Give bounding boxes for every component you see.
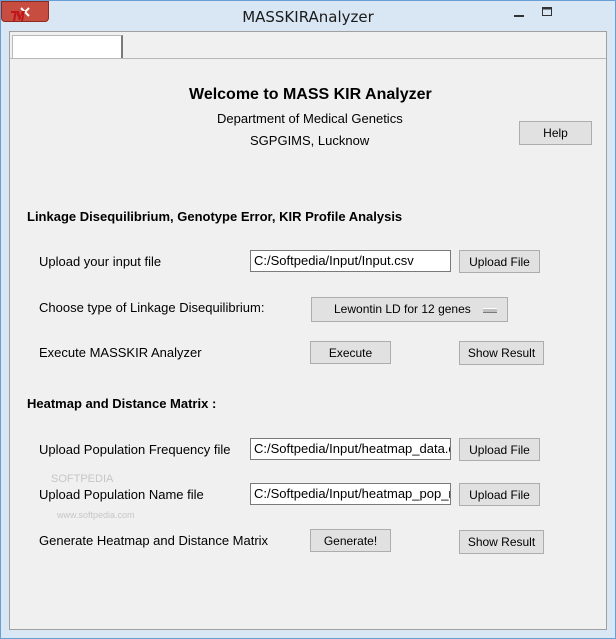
- minimize-icon: [514, 15, 524, 17]
- generate-label: Generate Heatmap and Distance Matrix: [39, 533, 269, 548]
- tab-main[interactable]: [12, 35, 123, 58]
- watermark-url: www.softpedia.com: [57, 510, 135, 520]
- main-panel: Welcome to MASS KIR Analyzer Department …: [11, 59, 605, 629]
- population-frequency-label: Upload Population Frequency file: [39, 442, 231, 457]
- input-file-field[interactable]: C:/Softpedia/Input/Input.csv: [250, 250, 451, 272]
- heatmap-show-result-button[interactable]: Show Result: [459, 530, 544, 554]
- app-window: MASSKIRAnalyzer Welcome to MASS KIR Anal…: [0, 0, 616, 639]
- title-bar[interactable]: MASSKIRAnalyzer: [1, 1, 615, 31]
- ld-type-select[interactable]: Lewontin LD for 12 genes: [311, 297, 508, 322]
- ld-show-result-button[interactable]: Show Result: [459, 341, 544, 365]
- welcome-title: Welcome to MASS KIR Analyzer: [189, 86, 432, 103]
- execute-label: Execute MASSKIR Analyzer: [39, 345, 202, 360]
- dropdown-indicator-icon: [483, 308, 497, 313]
- upload-input-button[interactable]: Upload File: [459, 250, 540, 273]
- population-frequency-field[interactable]: C:/Softpedia/Input/heatmap_data.csv: [250, 438, 451, 460]
- upload-frequency-button[interactable]: Upload File: [459, 438, 540, 461]
- minimize-button[interactable]: [504, 2, 534, 22]
- population-name-field[interactable]: C:/Softpedia/Input/heatmap_pop_names.csv: [250, 483, 451, 505]
- watermark-logo: SOFTPEDIA: [51, 473, 114, 485]
- population-name-label: Upload Population Name file: [39, 487, 204, 502]
- upload-input-label: Upload your input file: [39, 254, 162, 269]
- institute-text: SGPGIMS, Lucknow: [250, 133, 370, 148]
- heatmap-section-title: Heatmap and Distance Matrix :: [27, 396, 217, 411]
- ld-section-title: Linkage Disequilibrium, Genotype Error, …: [27, 209, 403, 224]
- ld-type-selected: Lewontin LD for 12 genes: [334, 302, 471, 316]
- department-text: Department of Medical Genetics: [217, 111, 403, 126]
- maximize-icon: [542, 7, 552, 16]
- client-area: Welcome to MASS KIR Analyzer Department …: [9, 31, 607, 630]
- maximize-button[interactable]: [534, 2, 560, 22]
- execute-button[interactable]: Execute: [310, 341, 391, 364]
- tab-strip: [10, 32, 606, 59]
- choose-ld-label: Choose type of Linkage Disequilibrium:: [39, 300, 265, 315]
- help-button[interactable]: Help: [519, 121, 592, 145]
- upload-name-button[interactable]: Upload File: [459, 483, 540, 506]
- generate-button[interactable]: Generate!: [310, 529, 391, 552]
